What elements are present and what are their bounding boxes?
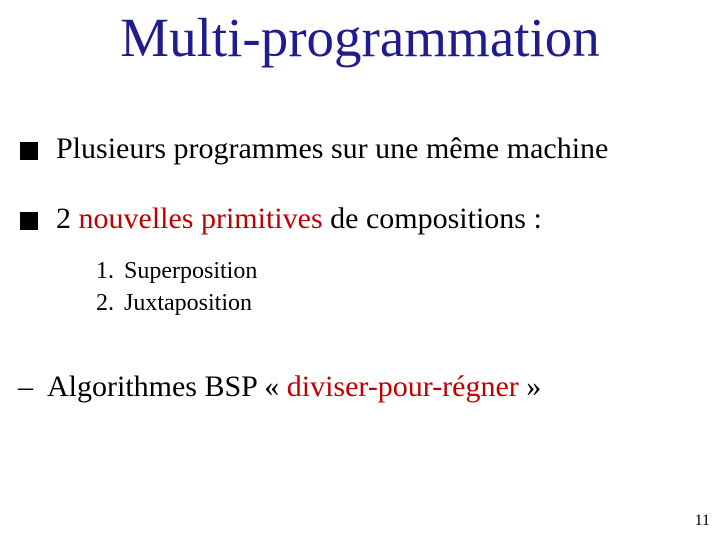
dash-bullet-item: – Algorithmes BSP « diviser-pour-régner … xyxy=(20,368,700,406)
bullet-text: Plusieurs programmes sur une même machin… xyxy=(56,130,608,168)
bullet-text: 2 nouvelles primitives de compositions : xyxy=(56,200,542,238)
square-bullet-icon xyxy=(20,142,38,160)
highlighted-text: diviser-pour-régner xyxy=(287,370,519,403)
text-fragment: de compositions : xyxy=(323,202,542,235)
list-item: 2. Juxtaposition xyxy=(96,287,700,319)
highlighted-text: nouvelles primitives xyxy=(79,202,323,235)
list-item: 1. Superposition xyxy=(96,255,700,287)
slide: Multi-programmation Plusieurs programmes… xyxy=(0,0,720,540)
page-number: 11 xyxy=(695,512,710,530)
numbered-sublist: 1. Superposition 2. Juxtaposition xyxy=(96,255,700,320)
dash-icon: – xyxy=(18,368,33,406)
slide-body: Plusieurs programmes sur une même machin… xyxy=(20,130,700,405)
bullet-item: Plusieurs programmes sur une même machin… xyxy=(20,130,700,168)
bullet-item: 2 nouvelles primitives de compositions : xyxy=(20,200,700,238)
slide-title: Multi-programmation xyxy=(0,6,720,69)
list-text: Juxtaposition xyxy=(124,287,252,319)
bullet-text: Algorithmes BSP « diviser-pour-régner » xyxy=(47,368,541,406)
list-number: 2. xyxy=(96,287,124,319)
text-fragment: Algorithmes BSP « xyxy=(47,370,287,403)
text-fragment: 2 xyxy=(56,202,79,235)
square-bullet-icon xyxy=(20,212,38,230)
list-number: 1. xyxy=(96,255,124,287)
list-text: Superposition xyxy=(124,255,257,287)
text-fragment: » xyxy=(519,370,542,403)
